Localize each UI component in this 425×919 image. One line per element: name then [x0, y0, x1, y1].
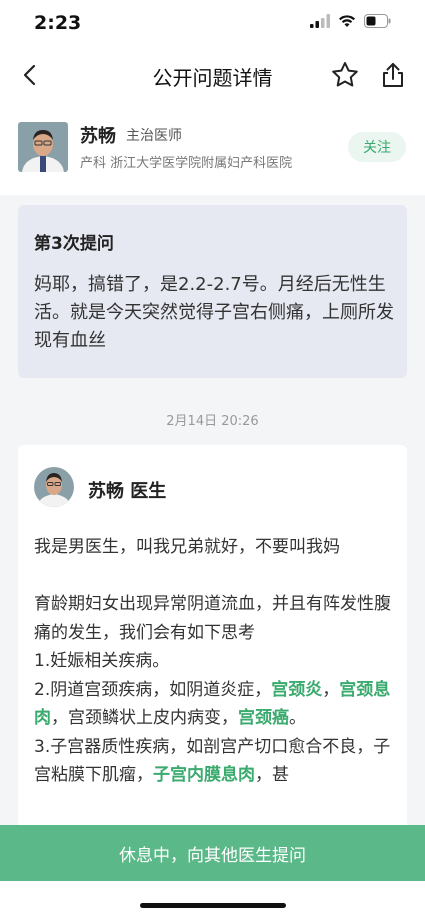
- answer-text-segment: 。: [289, 708, 306, 728]
- answer-text-segment: 2.阴道宫颈疾病，如阴道炎症，: [34, 679, 272, 700]
- keyword-link-endometrial-polyp[interactable]: 子宫内膜息肉: [153, 765, 255, 785]
- doctor-photo-icon: [18, 122, 68, 172]
- answer-author: 苏畅 医生: [88, 481, 167, 502]
- doctor-name: 苏畅: [80, 126, 116, 147]
- ask-other-doctor-button[interactable]: 休息中，向其他医生提问: [0, 825, 425, 881]
- answer-item-1: 1.妊娠相关疾病。: [34, 651, 170, 671]
- answer-text-segment: ，宫颈鳞状上皮内病变，: [51, 708, 238, 728]
- message-timestamp: 2月14日 20:26: [166, 414, 259, 429]
- doctor-card[interactable]: 苏畅 主治医师 产科 浙江大学医学院附属妇产科医院 关注: [0, 100, 425, 195]
- question-text: 妈耶，搞错了，是2.2-2.7号。月经后无性生活。就是今天突然觉得子宫右侧痛，上…: [34, 274, 394, 351]
- battery-icon: [364, 14, 391, 28]
- status-bar: 2:23: [0, 0, 425, 50]
- answer-text-segment: ，: [322, 679, 340, 700]
- question-heading: 第3次提问: [34, 234, 114, 254]
- answer-spacer: [34, 562, 394, 591]
- keyword-link-cervicitis[interactable]: 宫颈炎: [271, 680, 322, 700]
- doctor-title: 主治医师: [126, 128, 182, 144]
- answer-card: 苏畅 医生 我是男医生，叫我兄弟就好，不要叫我妈 育龄期妇女出现异常阴道流血，并…: [18, 445, 407, 865]
- follow-button[interactable]: 关注: [348, 132, 406, 162]
- page-title: 公开问题详情: [152, 66, 273, 90]
- answer-text-segment: ，甚: [255, 765, 289, 785]
- answer-line: 育龄期妇女出现异常阴道流血，并且有阵发性腹痛的发生，我们会有如下思考: [34, 594, 391, 643]
- home-indicator[interactable]: [140, 903, 286, 908]
- nav-bar: 公开问题详情: [0, 50, 425, 100]
- share-button[interactable]: [378, 60, 408, 90]
- answer-text: 我是男医生，叫我兄弟就好，不要叫我妈 育龄期妇女出现异常阴道流血，并且有阵发性腹…: [34, 533, 394, 790]
- doctor-hospital: 产科 浙江大学医学院附属妇产科医院: [80, 156, 293, 171]
- favorite-button[interactable]: [330, 60, 360, 90]
- question-card: 第3次提问 妈耶，搞错了，是2.2-2.7号。月经后无性生活。就是今天突然觉得子…: [18, 205, 407, 378]
- status-time: 2:23: [34, 12, 82, 34]
- wifi-icon: [339, 15, 355, 27]
- answer-avatar[interactable]: [34, 467, 74, 507]
- share-icon: [383, 63, 403, 87]
- answer-intro: 我是男医生，叫我兄弟就好，不要叫我妈: [34, 537, 340, 557]
- answer-item-3: 3.子宫器质性疾病，如剖宫产切口愈合不良，子宫粘膜下肌瘤，子宫内膜息肉，甚: [34, 733, 394, 790]
- home-indicator-area: [0, 881, 425, 919]
- signal-icon: [310, 14, 330, 28]
- keyword-link-cervical-cancer[interactable]: 宫颈癌: [238, 708, 289, 728]
- status-icons: [310, 14, 391, 28]
- answer-item-2: 2.阴道宫颈疾病，如阴道炎症，宫颈炎，宫颈息肉，宫颈鳞状上皮内病变，宫颈癌。: [34, 676, 394, 733]
- doctor-avatar: [18, 122, 68, 172]
- doctor-photo-icon: [34, 467, 74, 507]
- star-icon: [332, 62, 358, 87]
